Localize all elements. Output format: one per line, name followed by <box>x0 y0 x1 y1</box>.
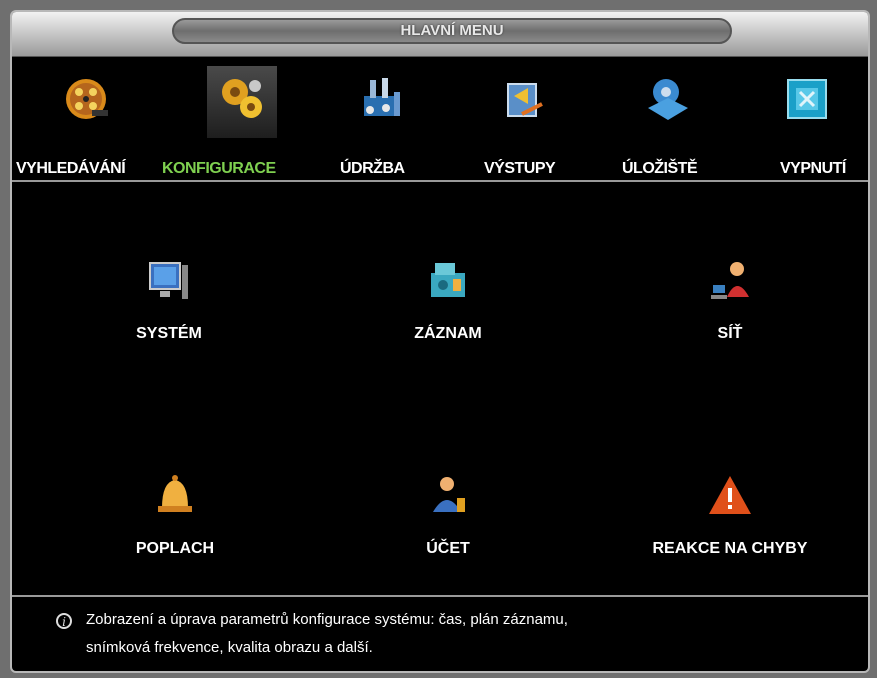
main-menu-window: HLAVNÍ MENU VYHLEDÁVÁNÍ KONFIGURACE ÚDRŽ… <box>10 10 870 673</box>
recorder-icon <box>431 263 465 297</box>
film-reel-icon <box>66 79 108 119</box>
top-menu-label: VYPNUTÍ <box>780 160 846 177</box>
grid-item-network[interactable]: SÍŤ <box>630 257 830 357</box>
top-menu-label: ÚLOŽIŠTĚ <box>622 160 698 177</box>
top-menu-bar: VYHLEDÁVÁNÍ KONFIGURACE ÚDRŽBA VÝSTUPY Ú… <box>12 56 868 186</box>
storage-icon <box>648 79 688 120</box>
top-menu-outputs[interactable]: VÝSTUPY <box>470 56 590 186</box>
grid-label: POPLACH <box>135 540 215 557</box>
bell-icon <box>158 475 192 512</box>
grid-label: REAKCE NA CHYBY <box>652 540 808 557</box>
top-menu-storage[interactable]: ÚLOŽIŠTĚ <box>612 56 732 186</box>
network-user-icon <box>711 262 749 299</box>
top-menu-maintenance[interactable]: ÚDRŽBA <box>332 56 452 186</box>
title-bar: HLAVNÍ MENU <box>12 12 868 57</box>
grid-item-account[interactable]: ÚČET <box>348 472 548 572</box>
top-menu-shutdown[interactable]: VYPNUTÍ <box>762 56 868 186</box>
warning-icon <box>709 476 751 514</box>
info-text-line1: Zobrazení a úprava parametrů konfigurace… <box>86 611 568 628</box>
top-menu-label: KONFIGURACE <box>162 160 276 177</box>
info-text-line2: snímková frekvence, kvalita obrazu a dal… <box>86 639 373 656</box>
grid-item-alarm[interactable]: POPLACH <box>75 472 275 572</box>
grid-item-error-handling[interactable]: REAKCE NA CHYBY <box>630 472 830 572</box>
top-menu-label: ÚDRŽBA <box>340 160 405 177</box>
top-menu-label: VYHLEDÁVÁNÍ <box>16 160 126 177</box>
grid-label: SÍŤ <box>717 325 743 342</box>
divider <box>12 180 868 182</box>
grid-item-system[interactable]: SYSTÉM <box>69 257 269 357</box>
grid-label: ZÁZNAM <box>414 325 482 342</box>
export-icon <box>507 83 543 117</box>
grid-label: ÚČET <box>426 540 470 557</box>
monitor-icon <box>149 262 188 299</box>
top-menu-search[interactable]: VYHLEDÁVÁNÍ <box>12 56 162 186</box>
tools-icon <box>364 78 400 116</box>
grid-label: SYSTÉM <box>136 325 202 342</box>
info-icon: i <box>56 613 72 629</box>
grid-item-record[interactable]: ZÁZNAM <box>348 257 548 357</box>
top-menu-label: VÝSTUPY <box>484 160 556 177</box>
top-menu-config[interactable]: KONFIGURACE <box>162 56 322 186</box>
gears-icon <box>222 79 262 118</box>
shutdown-icon <box>787 79 827 119</box>
account-icon <box>433 477 465 512</box>
window-title: HLAVNÍ MENU <box>172 18 732 44</box>
info-bar: i Zobrazení a úprava parametrů konfigura… <box>12 595 868 671</box>
